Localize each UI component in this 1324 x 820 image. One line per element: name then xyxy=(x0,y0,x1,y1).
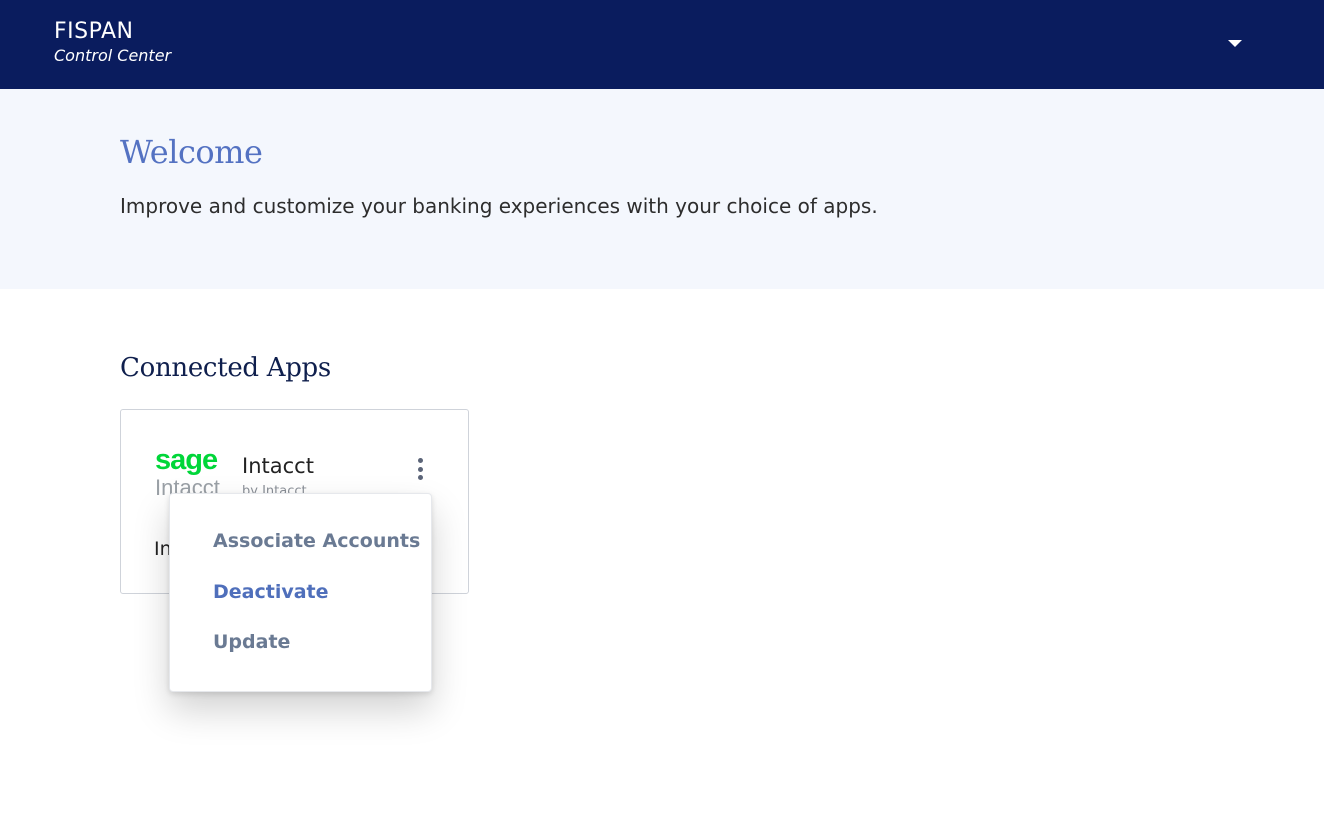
kebab-dot xyxy=(417,466,423,472)
chevron-down-icon xyxy=(1228,39,1242,47)
top-bar: FISPAN Control Center xyxy=(0,0,1324,89)
user-menu-toggle[interactable] xyxy=(1222,32,1248,54)
brand-subtitle: Control Center xyxy=(54,46,172,65)
brand-name: FISPAN xyxy=(54,19,134,44)
app-actions-menu: Associate Accounts Deactivate Update xyxy=(169,493,432,692)
kebab-dot xyxy=(417,475,423,480)
menu-item-deactivate[interactable]: Deactivate xyxy=(213,581,329,603)
app-name: Intacct xyxy=(242,454,314,478)
kebab-menu-icon[interactable] xyxy=(408,456,432,482)
welcome-banner: Welcome Improve and customize your banki… xyxy=(0,89,1324,289)
menu-item-update[interactable]: Update xyxy=(213,631,290,653)
connected-apps-title: Connected Apps xyxy=(120,353,331,383)
welcome-text: Improve and customize your banking exper… xyxy=(120,194,878,218)
menu-item-associate-accounts[interactable]: Associate Accounts xyxy=(213,530,420,552)
kebab-dot xyxy=(417,458,423,463)
brand[interactable]: FISPAN Control Center xyxy=(54,18,171,66)
page-title: Welcome xyxy=(120,133,263,171)
sage-logo-word: sage xyxy=(155,444,218,476)
